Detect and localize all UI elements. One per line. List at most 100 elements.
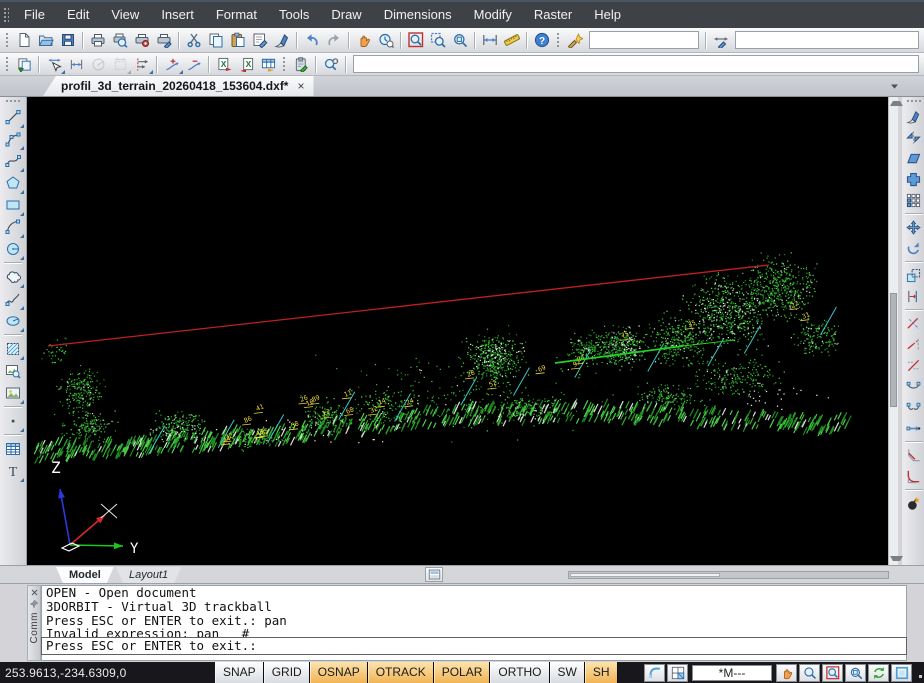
paste-button[interactable]: [227, 30, 249, 51]
export-to-excel-button[interactable]: X: [213, 55, 235, 74]
draw-hatch-button[interactable]: [2, 338, 24, 360]
document-tab[interactable]: profil_3d_terrain_20260418_153604.dxf* ×: [43, 76, 314, 96]
toggle-sw[interactable]: SW: [550, 662, 585, 683]
style-selector-field[interactable]: [589, 31, 699, 49]
draw-point-button[interactable]: [2, 410, 24, 432]
tab-layout1[interactable]: Layout1: [116, 567, 181, 583]
find-settings-button[interactable]: [320, 55, 342, 74]
draw-bezier-button[interactable]: [2, 150, 24, 172]
close-tab-icon[interactable]: ×: [297, 80, 304, 92]
toggle-sh[interactable]: SH: [585, 662, 618, 683]
command-input[interactable]: Press ESC or ENTER to exit.:: [41, 637, 907, 655]
menu-tools[interactable]: Tools: [268, 2, 320, 28]
remove-vertex-button[interactable]: [183, 55, 205, 74]
print-preview-button[interactable]: [109, 30, 131, 51]
command-quick-field-field[interactable]: [353, 55, 919, 73]
draw-polyline-button[interactable]: [2, 128, 24, 150]
menu-draw[interactable]: Draw: [320, 2, 372, 28]
zoom-window-button[interactable]: [427, 30, 449, 51]
menu-file[interactable]: File: [13, 2, 56, 28]
help-button[interactable]: ?: [531, 30, 553, 51]
tab-model[interactable]: Model: [56, 567, 114, 583]
insert-image-button[interactable]: [2, 382, 24, 404]
rotate-button[interactable]: [904, 238, 924, 259]
print-button[interactable]: [87, 30, 109, 51]
isometric-grid-button[interactable]: [667, 664, 688, 682]
canvas-vertical-scrollbar[interactable]: [888, 97, 899, 565]
horizontal-scroll-thumb[interactable]: [570, 573, 720, 577]
array-button[interactable]: [904, 190, 924, 211]
measure-value-field-field[interactable]: [735, 31, 919, 49]
draw-polygon-button[interactable]: [2, 172, 24, 194]
show-all-button[interactable]: [891, 664, 912, 682]
dimension-area-button[interactable]: [109, 55, 131, 74]
undo-button[interactable]: [301, 30, 323, 51]
regenerate-button[interactable]: [868, 664, 889, 682]
menu-modify[interactable]: Modify: [463, 2, 523, 28]
join-button[interactable]: [904, 418, 924, 439]
import-from-excel-button[interactable]: X: [235, 55, 257, 74]
canvas-horizontal-scrollbar[interactable]: [568, 571, 889, 579]
view-mode-select[interactable]: *M---: [692, 665, 772, 681]
pan-view-button[interactable]: [776, 664, 797, 682]
tab-list-dropdown-icon[interactable]: [886, 80, 902, 93]
toggle-polar[interactable]: POLAR: [434, 662, 491, 683]
dimension-baseline-button[interactable]: [131, 55, 153, 74]
save-document-button[interactable]: [57, 30, 79, 51]
toggle-ortho[interactable]: ORTHO: [490, 662, 549, 683]
skew-button[interactable]: [904, 148, 924, 169]
new-document-button[interactable]: [13, 30, 35, 51]
dimension-radius-button[interactable]: [87, 55, 109, 74]
edit-properties-button[interactable]: [290, 55, 312, 74]
add-vertex-button[interactable]: [161, 55, 183, 74]
zoom-extents-button[interactable]: [449, 30, 471, 51]
cut-button[interactable]: [183, 30, 205, 51]
vertical-scroll-thumb[interactable]: [890, 293, 898, 407]
style-brush-button[interactable]: [564, 30, 586, 51]
menu-raster[interactable]: Raster: [523, 2, 583, 28]
menu-view[interactable]: View: [100, 2, 150, 28]
explode-button[interactable]: [904, 493, 924, 514]
mirror-button[interactable]: [904, 127, 924, 148]
close-console-icon[interactable]: [28, 586, 40, 598]
sheet-list-button[interactable]: [425, 567, 443, 582]
measure-distance-button[interactable]: [479, 30, 501, 51]
menu-dimensions[interactable]: Dimensions: [373, 2, 463, 28]
dimension-linear-button[interactable]: [65, 55, 87, 74]
measure-style-button[interactable]: [710, 30, 732, 51]
copy-button[interactable]: [205, 30, 227, 51]
toggle-snap[interactable]: SNAP: [215, 662, 264, 683]
break-button[interactable]: [904, 376, 924, 397]
draw-ellipse-button[interactable]: [2, 310, 24, 332]
draw-line-button[interactable]: [2, 106, 24, 128]
menu-edit[interactable]: Edit: [56, 2, 100, 28]
delete-entity-button[interactable]: [904, 106, 924, 127]
insert-table-button[interactable]: [2, 438, 24, 460]
drawing-canvas[interactable]: 9741521428326968242643118531107558324413…: [27, 97, 888, 565]
draw-spline-button[interactable]: [2, 288, 24, 310]
draw-rectangle-button[interactable]: [2, 194, 24, 216]
menu-format[interactable]: Format: [205, 2, 268, 28]
menu-insert[interactable]: Insert: [150, 2, 205, 28]
toggle-grid[interactable]: GRID: [264, 662, 310, 683]
scroll-down-icon[interactable]: [890, 556, 903, 561]
toggle-otrack[interactable]: OTRACK: [368, 662, 434, 683]
erase-button[interactable]: [271, 30, 293, 51]
menu-help[interactable]: Help: [583, 2, 632, 28]
zoom-extents-view-button[interactable]: [845, 664, 866, 682]
chamfer-button[interactable]: [904, 445, 924, 466]
break-at-point-button[interactable]: [904, 397, 924, 418]
draw-text-button[interactable]: T: [2, 460, 24, 482]
dimension-pick-button[interactable]: [43, 55, 65, 74]
measure-ruler-button[interactable]: [501, 30, 523, 51]
export-table-button[interactable]: [257, 55, 279, 74]
extend-button[interactable]: [904, 334, 924, 355]
snap-style-button[interactable]: [644, 664, 665, 682]
image-locate-button[interactable]: [2, 360, 24, 382]
print-settings-button[interactable]: [131, 30, 153, 51]
draw-arc-button[interactable]: [2, 216, 24, 238]
toggle-osnap[interactable]: OSNAP: [310, 662, 368, 683]
zoom-dynamic-button[interactable]: [799, 664, 820, 682]
fillet-button[interactable]: [904, 466, 924, 487]
draw-revision-cloud-button[interactable]: [2, 266, 24, 288]
